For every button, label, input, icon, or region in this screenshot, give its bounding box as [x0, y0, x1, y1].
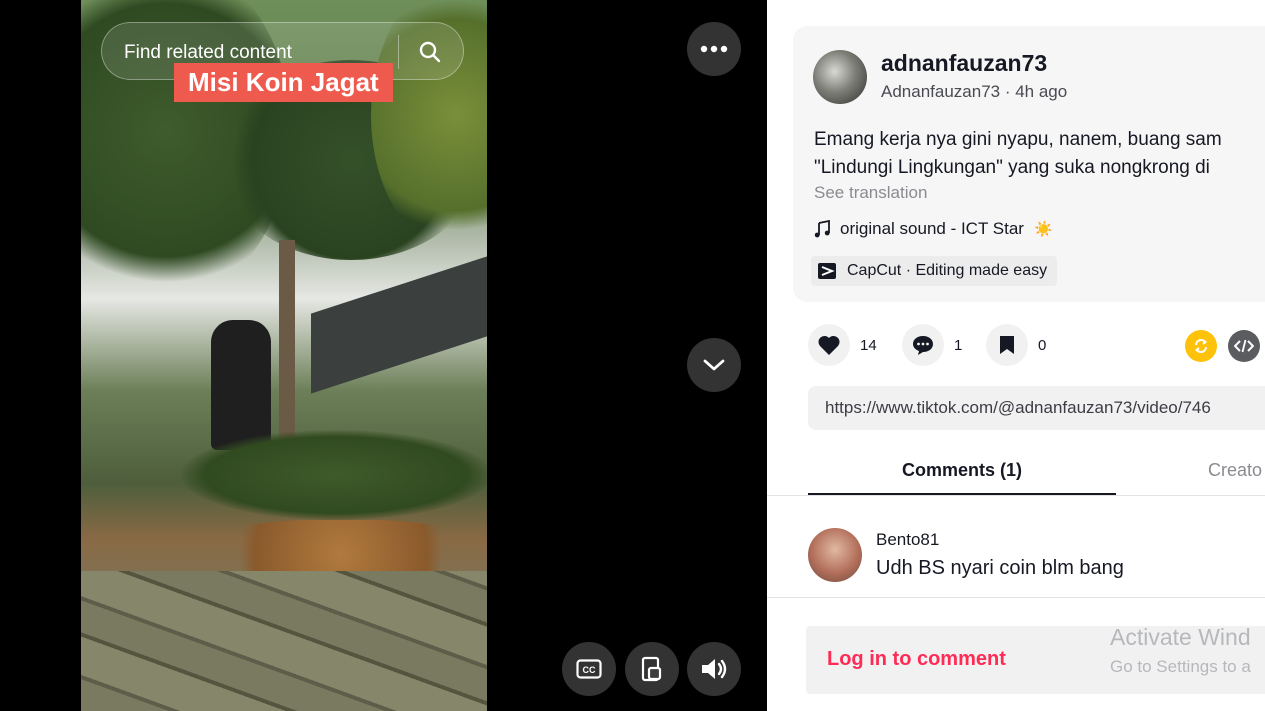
search-placeholder: Find related content [124, 42, 292, 63]
capcut-icon [818, 263, 836, 279]
author-meta: Adnanfauzan73 · 4h ago [881, 82, 1068, 101]
heart-icon [818, 335, 840, 355]
see-translation-link[interactable]: See translation [814, 183, 927, 203]
captions-button[interactable]: CC [562, 642, 616, 696]
comment-divider [767, 597, 1265, 598]
house-roof [311, 256, 487, 394]
comment-text: Udh BS nyari coin blm bang [876, 557, 1124, 579]
sound-name: original sound - ICT Star [840, 219, 1024, 238]
windows-activation-watermark-title: Activate Wind [1110, 624, 1251, 650]
capcut-label: CapCut · Editing made easy [847, 262, 1048, 279]
person-sweeping [211, 320, 271, 450]
search-icon[interactable] [418, 40, 442, 64]
code-icon [1234, 339, 1254, 353]
embed-button[interactable] [1228, 330, 1260, 362]
comment-button[interactable]: 1 [902, 324, 962, 366]
video-pane: Find related content Misi Koin Jagat CC [0, 0, 767, 711]
stone-path [81, 571, 487, 711]
comment-icon [913, 336, 933, 355]
commenter-username[interactable]: Bento81 [876, 530, 939, 550]
volume-icon [702, 659, 727, 679]
bushes [181, 430, 487, 520]
repost-icon [1194, 339, 1208, 353]
repost-button[interactable] [1185, 330, 1217, 362]
copy-link-field[interactable]: https://www.tiktok.com/@adnanfauzan73/vi… [808, 386, 1265, 430]
tab-creator-videos[interactable]: Creato [1208, 446, 1262, 496]
capcut-anchor[interactable]: CapCut · Editing made easy [811, 256, 1058, 286]
author-username[interactable]: adnanfauzan73 [881, 50, 1047, 77]
chevron-down-icon [703, 359, 725, 371]
details-panel: adnanfauzan73 Adnanfauzan73 · 4h ago Ema… [767, 0, 1265, 711]
sound-link[interactable]: original sound - ICT Star ☀️ [814, 219, 1053, 239]
commenter-avatar[interactable] [808, 528, 862, 582]
post-caption: Emang kerja nya gini nyapu, nanem, buang… [814, 126, 1222, 182]
tab-comments[interactable]: Comments (1) [808, 446, 1116, 496]
bookmark-icon [1000, 336, 1014, 354]
video-link-text: https://www.tiktok.com/@adnanfauzan73/vi… [825, 398, 1211, 417]
tabs-divider [767, 495, 1265, 496]
volume-button[interactable] [687, 642, 741, 696]
picture-in-picture-icon [641, 656, 662, 682]
caption-line: Emang kerja nya gini nyapu, nanem, buang… [814, 129, 1222, 150]
favorite-button[interactable]: 0 [986, 324, 1046, 366]
svg-text:CC: CC [583, 665, 596, 675]
captions-icon: CC [576, 659, 602, 679]
author-avatar[interactable] [813, 50, 867, 104]
like-count: 14 [860, 336, 877, 354]
video-sticker-text: Misi Koin Jagat [174, 63, 393, 102]
windows-activation-watermark-subtitle: Go to Settings to a [1110, 657, 1251, 676]
more-options-button[interactable] [687, 22, 741, 76]
post-description-card: adnanfauzan73 Adnanfauzan73 · 4h ago Ema… [793, 26, 1265, 302]
caption-line: "Lindungi Lingkungan" yang suka nongkron… [814, 157, 1210, 178]
music-note-icon [814, 220, 830, 238]
comment-count: 1 [954, 336, 963, 354]
more-icon [700, 45, 728, 53]
sun-emoji: ☀️ [1033, 221, 1053, 238]
video-player[interactable] [81, 0, 487, 711]
picture-in-picture-button[interactable] [625, 642, 679, 696]
search-divider [398, 35, 399, 69]
like-button[interactable]: 14 [808, 324, 877, 366]
favorite-count: 0 [1038, 336, 1047, 354]
login-to-comment-link[interactable]: Log in to comment [827, 648, 1006, 671]
next-video-button[interactable] [687, 338, 741, 392]
